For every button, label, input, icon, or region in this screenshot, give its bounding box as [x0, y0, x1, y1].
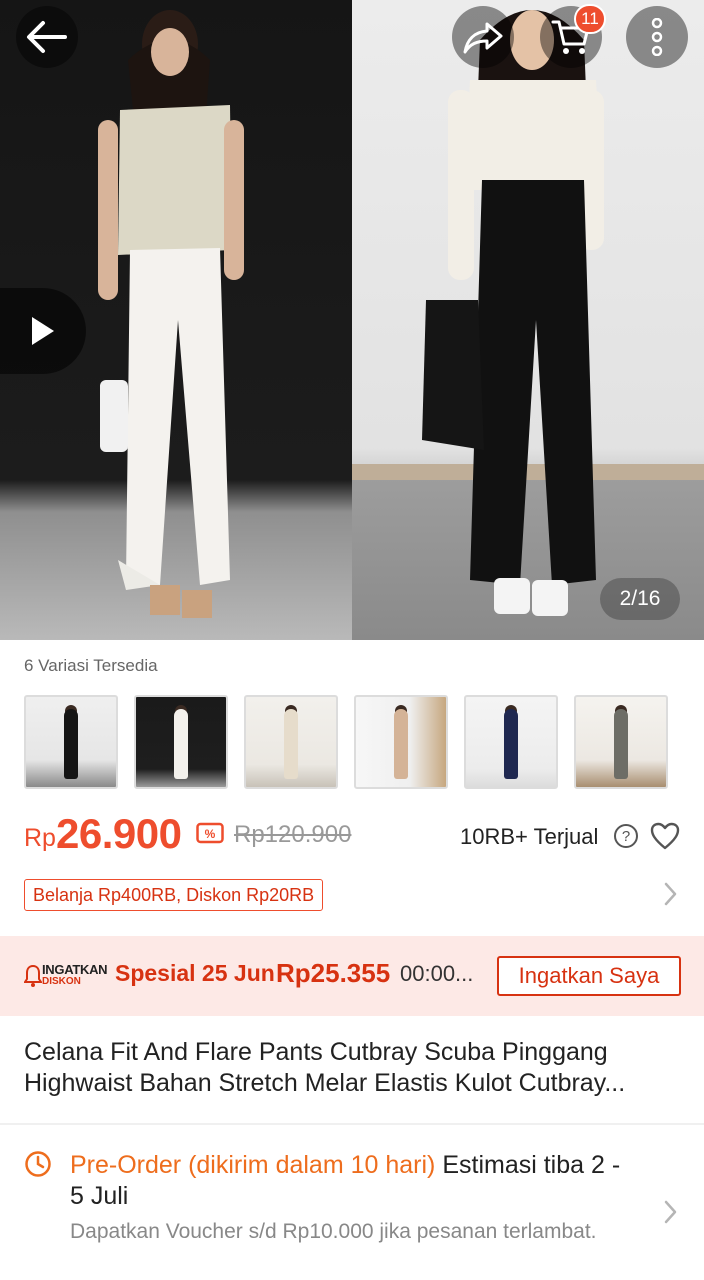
flash-label: Spesial 25 Jun — [115, 960, 275, 986]
price-currency: Rp — [24, 824, 56, 852]
thumb-figure — [394, 709, 408, 779]
play-video-button[interactable] — [0, 288, 86, 374]
shipping-estimate: Pre-Order (dikirim dalam 10 hari) Estima… — [70, 1150, 630, 1212]
price-row: Rp 26.900 % Rp120.900 10RB+ Terjual ? — [24, 808, 680, 864]
thumb-figure — [174, 709, 188, 779]
discount-promo-tag[interactable]: Belanja Rp400RB, Diskon Rp20RB — [24, 879, 324, 911]
product-image-gallery[interactable]: 11 2/16 — [0, 0, 704, 640]
logo-line-1: INGATKAN — [42, 962, 108, 977]
model-illustration-right — [422, 10, 604, 616]
heart-icon[interactable] — [650, 822, 680, 850]
svg-text:%: % — [205, 827, 216, 841]
logo-line-2: DISKON — [42, 976, 81, 987]
cart-button[interactable]: 11 — [540, 4, 606, 68]
shipping-info-section[interactable]: Pre-Order (dikirim dalam 10 hari) Estima… — [0, 1126, 704, 1280]
product-title: Celana Fit And Flare Pants Cutbray Scuba… — [24, 1038, 626, 1097]
share-icon — [463, 22, 503, 54]
more-vertical-icon — [651, 18, 663, 56]
image-page-indicator: 2/16 — [600, 578, 680, 620]
variant-thumb-cream[interactable] — [244, 695, 338, 789]
flash-price: Rp25.355 — [276, 958, 391, 988]
late-voucher-note: Dapatkan Voucher s/d Rp10.000 jika pesan… — [70, 1220, 597, 1243]
flash-sale-reminder-banner: INGATKAN DISKON Spesial 25 Jun Rp25.355 … — [0, 936, 704, 1016]
product-photo-black-pants — [352, 0, 704, 640]
variant-thumb-grey[interactable] — [574, 695, 668, 789]
thumb-figure — [284, 709, 298, 779]
price-original: Rp120.900 — [234, 821, 352, 848]
cart-count-badge: 11 — [574, 4, 606, 34]
share-button[interactable] — [452, 6, 514, 68]
preorder-label: Pre-Order (dikirim dalam 10 hari) — [70, 1151, 436, 1179]
variant-thumbnails — [24, 695, 680, 789]
clock-icon — [25, 1151, 51, 1177]
variant-thumb-white[interactable] — [134, 695, 228, 789]
remind-me-button[interactable]: Ingatkan Saya — [497, 956, 681, 996]
bell-icon — [24, 964, 42, 987]
thumb-figure — [504, 709, 518, 779]
variant-thumb-black[interactable] — [24, 695, 118, 789]
price-value: 26.900 — [56, 810, 182, 857]
back-button[interactable] — [16, 6, 78, 68]
price-tag-icon: % — [196, 822, 224, 844]
chevron-right-icon[interactable] — [660, 880, 680, 908]
sold-count: 10RB+ Terjual — [460, 824, 599, 849]
ingatkan-diskon-logo: INGATKAN DISKON — [24, 962, 112, 990]
variant-thumb-navy[interactable] — [464, 695, 558, 789]
play-icon — [32, 317, 54, 345]
help-icon[interactable]: ? — [614, 824, 638, 848]
thumb-figure — [614, 709, 628, 779]
variants-count-label: 6 Variasi Tersedia — [24, 656, 158, 675]
variant-thumb-beige[interactable] — [354, 695, 448, 789]
chevron-right-icon[interactable] — [660, 1198, 680, 1226]
more-options-button[interactable] — [626, 6, 688, 68]
section-divider — [0, 1123, 704, 1125]
flash-time: 00:00... — [400, 961, 474, 986]
back-arrow-icon — [27, 21, 67, 53]
thumb-figure — [64, 709, 78, 779]
